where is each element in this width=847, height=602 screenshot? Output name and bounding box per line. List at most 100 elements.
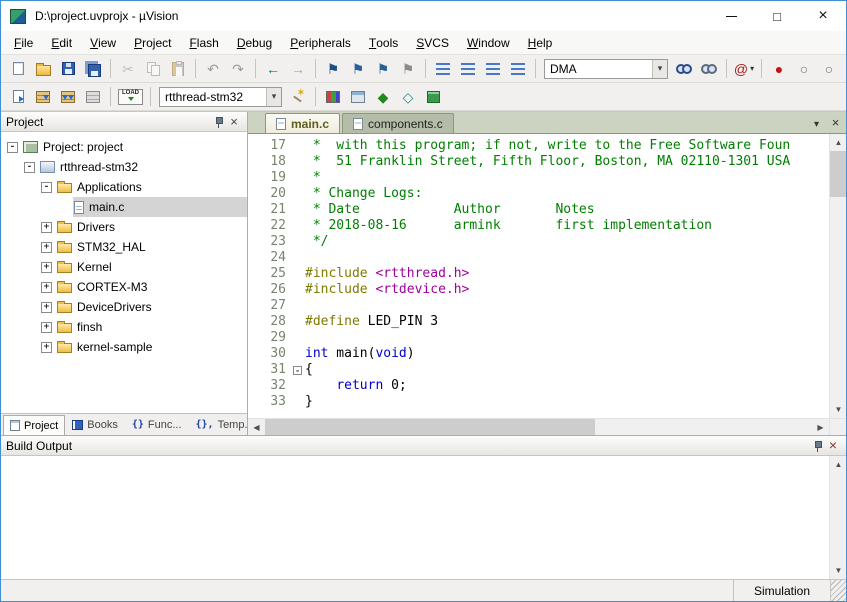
tree-item-rtthread-stm32[interactable]: -rtthread-stm32: [1, 157, 247, 177]
tree-item-drivers[interactable]: + Drivers: [1, 217, 247, 237]
dropdown-arrow-icon[interactable]: [652, 60, 667, 78]
tab-list-button[interactable]: [809, 115, 824, 130]
expand-icon[interactable]: +: [41, 342, 52, 353]
comment-selection-button[interactable]: [481, 57, 505, 80]
open-file-button[interactable]: [31, 57, 55, 80]
expand-icon[interactable]: +: [41, 222, 52, 233]
code-line[interactable]: 18 * 51 Franklin Street, Fifth Floor, Bo…: [248, 154, 829, 170]
tree-item-body[interactable]: kernel-sample: [56, 337, 247, 357]
find-text-combo[interactable]: DMA: [544, 59, 668, 79]
navigate-forward-button[interactable]: →: [286, 57, 310, 80]
pin-panel-button[interactable]: [210, 114, 226, 130]
unindent-button[interactable]: [431, 57, 455, 80]
close-panel-button[interactable]: [226, 114, 242, 130]
tree-item-kernel[interactable]: + Kernel: [1, 257, 247, 277]
expand-icon[interactable]: +: [41, 302, 52, 313]
code-line[interactable]: 28#define LED_PIN 3: [248, 314, 829, 330]
tree-item-body[interactable]: Drivers: [56, 217, 247, 237]
scroll-up-arrow[interactable]: [830, 134, 847, 151]
tree-item-body[interactable]: finsh: [56, 317, 247, 337]
pin-panel-button[interactable]: [809, 438, 825, 454]
select-target-combo[interactable]: rtthread-stm32: [159, 87, 282, 107]
panel-tab-func-[interactable]: {}Func...: [125, 415, 189, 435]
menu-flash[interactable]: Flash: [180, 31, 227, 54]
select-software-packs-button[interactable]: ◇: [396, 85, 420, 108]
copy-button[interactable]: [141, 57, 165, 80]
find-button[interactable]: [697, 57, 721, 80]
cut-button[interactable]: ✂: [116, 57, 140, 80]
paste-button[interactable]: [166, 57, 190, 80]
menu-view[interactable]: View: [81, 31, 125, 54]
menu-peripherals[interactable]: Peripherals: [281, 31, 360, 54]
expand-icon[interactable]: +: [41, 282, 52, 293]
code-line[interactable]: 20 * Change Logs:: [248, 186, 829, 202]
manage-runtime-environment-button[interactable]: ◆: [371, 85, 395, 108]
bookmark-clear-all-button[interactable]: ⚑: [396, 57, 420, 80]
scroll-right-arrow[interactable]: [812, 419, 829, 436]
menu-help[interactable]: Help: [519, 31, 562, 54]
code-line[interactable]: 17 * with this program; if not, write to…: [248, 138, 829, 154]
build-output-text[interactable]: [1, 456, 829, 579]
undo-button[interactable]: ↶: [201, 57, 225, 80]
code-line[interactable]: 25#include <rtthread.h>: [248, 266, 829, 282]
maximize-button[interactable]: [754, 1, 800, 31]
expand-icon[interactable]: +: [41, 262, 52, 273]
manage-multiproject-button[interactable]: [346, 85, 370, 108]
code-line[interactable]: 30int main(void): [248, 346, 829, 362]
scrollbar-thumb[interactable]: [830, 151, 846, 197]
close-button[interactable]: [800, 1, 846, 31]
save-button[interactable]: [56, 57, 80, 80]
expand-icon[interactable]: +: [41, 242, 52, 253]
new-file-button[interactable]: [6, 57, 30, 80]
menu-svcs[interactable]: SVCS: [407, 31, 458, 54]
tree-item-body[interactable]: Applications: [56, 177, 247, 197]
find-all-references-button[interactable]: @▾: [732, 57, 756, 80]
tree-item-body[interactable]: main.c: [73, 197, 247, 217]
menu-debug[interactable]: Debug: [228, 31, 281, 54]
tree-item-kernel-sample[interactable]: + kernel-sample: [1, 337, 247, 357]
options-for-target-button[interactable]: [286, 85, 310, 108]
redo-button[interactable]: ↷: [226, 57, 250, 80]
uncomment-selection-button[interactable]: [506, 57, 530, 80]
fold-collapse-icon[interactable]: -: [293, 366, 302, 375]
editor-vertical-scrollbar[interactable]: [829, 134, 846, 418]
code-line[interactable]: 19 *: [248, 170, 829, 186]
tree-item-body[interactable]: rtthread-stm32: [39, 157, 247, 177]
bookmark-previous-button[interactable]: ⚑: [346, 57, 370, 80]
build-button[interactable]: [31, 85, 55, 108]
batch-build-button[interactable]: [81, 85, 105, 108]
tree-item-body[interactable]: Kernel: [56, 257, 247, 277]
bookmark-toggle-button[interactable]: ⚑: [321, 57, 345, 80]
code-line[interactable]: 26#include <rtdevice.h>: [248, 282, 829, 298]
scrollbar-track[interactable]: [595, 419, 812, 435]
tree-item-cortex-m3[interactable]: +CORTEX-M3: [1, 277, 247, 297]
panel-tab-books[interactable]: Books: [65, 415, 125, 435]
breakpoint-kill-all-button[interactable]: ○: [817, 57, 841, 80]
pack-installer-button[interactable]: [421, 85, 445, 108]
scroll-down-arrow[interactable]: [830, 562, 847, 579]
code-line[interactable]: 29: [248, 330, 829, 346]
close-document-button[interactable]: [828, 115, 843, 130]
translate-file-button[interactable]: [6, 85, 30, 108]
tree-item-body[interactable]: STM32_HAL: [56, 237, 247, 257]
code-line[interactable]: 24: [248, 250, 829, 266]
collapse-icon[interactable]: -: [24, 162, 35, 173]
tree-item-finsh[interactable]: + finsh: [1, 317, 247, 337]
code-line[interactable]: 22 * 2018-08-16 armink first implementat…: [248, 218, 829, 234]
dropdown-arrow-icon[interactable]: ▾: [750, 64, 754, 73]
scroll-down-arrow[interactable]: [830, 401, 847, 418]
tree-item-project-project[interactable]: -Project: project: [1, 137, 247, 157]
find-in-files-button[interactable]: [672, 57, 696, 80]
expand-icon[interactable]: +: [41, 322, 52, 333]
minimize-button[interactable]: [708, 1, 754, 31]
tree-item-body[interactable]: DeviceDrivers: [56, 297, 247, 317]
menu-project[interactable]: Project: [125, 31, 180, 54]
code-line[interactable]: 27: [248, 298, 829, 314]
scrollbar-track[interactable]: [830, 473, 846, 562]
editor-horizontal-scrollbar[interactable]: [248, 418, 846, 435]
download-button[interactable]: LOAD: [116, 85, 145, 108]
code-line[interactable]: 21 * Date Author Notes: [248, 202, 829, 218]
tree-item-body[interactable]: Project: project: [22, 137, 247, 157]
navigate-back-button[interactable]: ←: [261, 57, 285, 80]
tree-item-main-c[interactable]: main.c: [1, 197, 247, 217]
